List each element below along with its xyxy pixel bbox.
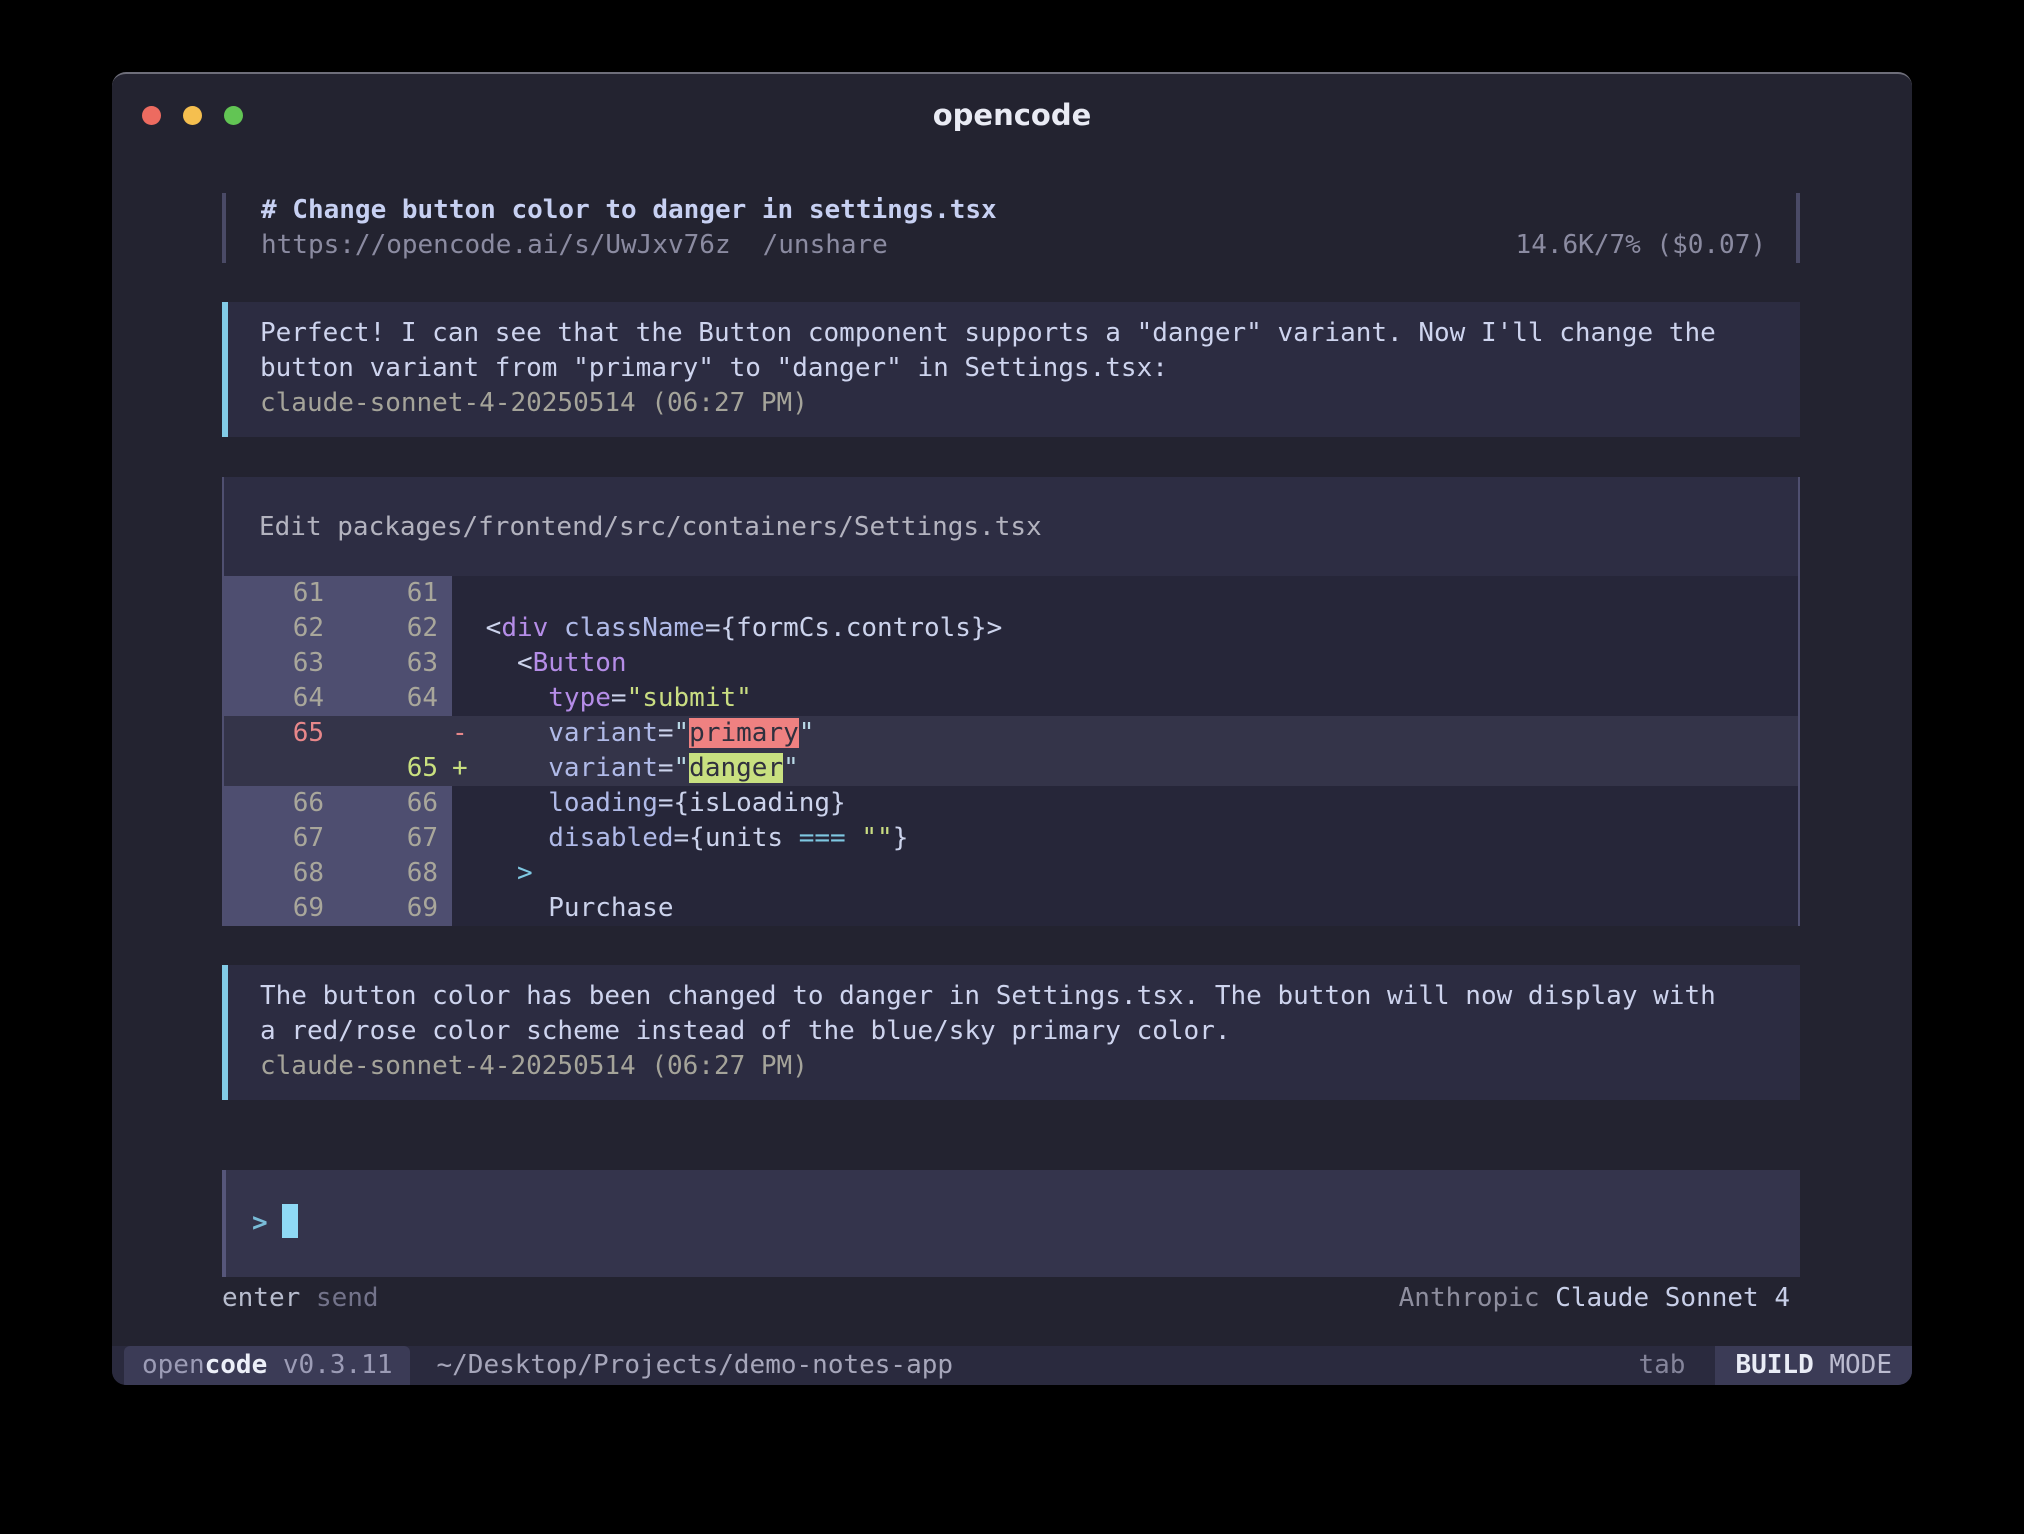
unshare-command[interactable]: /unshare (763, 230, 888, 260)
opencode-window: opencode # Change button color to danger… (112, 72, 1912, 1385)
edit-tool-block: Edit packages/frontend/src/containers/Se… (222, 477, 1800, 926)
model-indicator: Anthropic Claude Sonnet 4 (1399, 1281, 1790, 1316)
working-directory: ~/Desktop/Projects/demo-notes-app (436, 1348, 953, 1383)
minimize-button[interactable] (183, 106, 202, 125)
model-timestamp: claude-sonnet-4-20250514 (06:27 PM) (260, 1049, 1780, 1084)
diff-table: 61616262 <div className={formCs.controls… (224, 576, 1798, 926)
prompt-input[interactable]: > (222, 1170, 1800, 1277)
prompt-symbol: > (252, 1208, 268, 1238)
diff-row: 6666 loading={isLoading} (224, 786, 1798, 821)
diff-row: 6868 > (224, 856, 1798, 891)
edit-tool-header: Edit packages/frontend/src/containers/Se… (224, 477, 1798, 576)
diff-row: 65+ variant="danger" (224, 751, 1798, 786)
diff-row: 6767 disabled={units === ""} (224, 821, 1798, 856)
model-timestamp: claude-sonnet-4-20250514 (06:27 PM) (260, 386, 1780, 421)
titlebar: opencode (112, 74, 1912, 144)
session-content: # Change button color to danger in setti… (112, 193, 1912, 1316)
zoom-button[interactable] (224, 106, 243, 125)
assistant-message-text: The button color has been changed to dan… (260, 979, 1780, 1049)
diff-row: 6969 Purchase (224, 891, 1798, 926)
share-url-link[interactable]: https://opencode.ai/s/UwJxv76z (261, 230, 731, 260)
build-mode-toggle[interactable]: BUILD MODE (1715, 1346, 1912, 1385)
session-title: # Change button color to danger in setti… (261, 193, 1766, 228)
assistant-message-text: Perfect! I can see that the Button compo… (260, 316, 1780, 386)
session-header: # Change button color to danger in setti… (222, 193, 1800, 263)
diff-row: 65- variant="primary" (224, 716, 1798, 751)
session-meta-row: https://opencode.ai/s/UwJxv76z/unshare 1… (261, 228, 1766, 263)
assistant-message: The button color has been changed to dan… (222, 965, 1800, 1100)
diff-row: 6363 <Button (224, 646, 1798, 681)
helper-row: enter send Anthropic Claude Sonnet 4 (222, 1281, 1800, 1316)
close-button[interactable] (142, 106, 161, 125)
diff-row: 6161 (224, 576, 1798, 611)
text-cursor (282, 1204, 298, 1238)
tab-key-hint: tab (1638, 1348, 1685, 1383)
enter-hint: enter send (222, 1281, 379, 1316)
diff-row: 6464 type="submit" (224, 681, 1798, 716)
app-version-chip: opencode v0.3.11 (124, 1346, 410, 1385)
token-cost-stats: 14.6K/7% ($0.07) (1516, 228, 1766, 263)
window-title: opencode (933, 98, 1092, 133)
window-controls (142, 106, 243, 125)
diff-row: 6262 <div className={formCs.controls}> (224, 611, 1798, 646)
status-bar: opencode v0.3.11 ~/Desktop/Projects/demo… (112, 1346, 1912, 1385)
assistant-message: Perfect! I can see that the Button compo… (222, 302, 1800, 437)
